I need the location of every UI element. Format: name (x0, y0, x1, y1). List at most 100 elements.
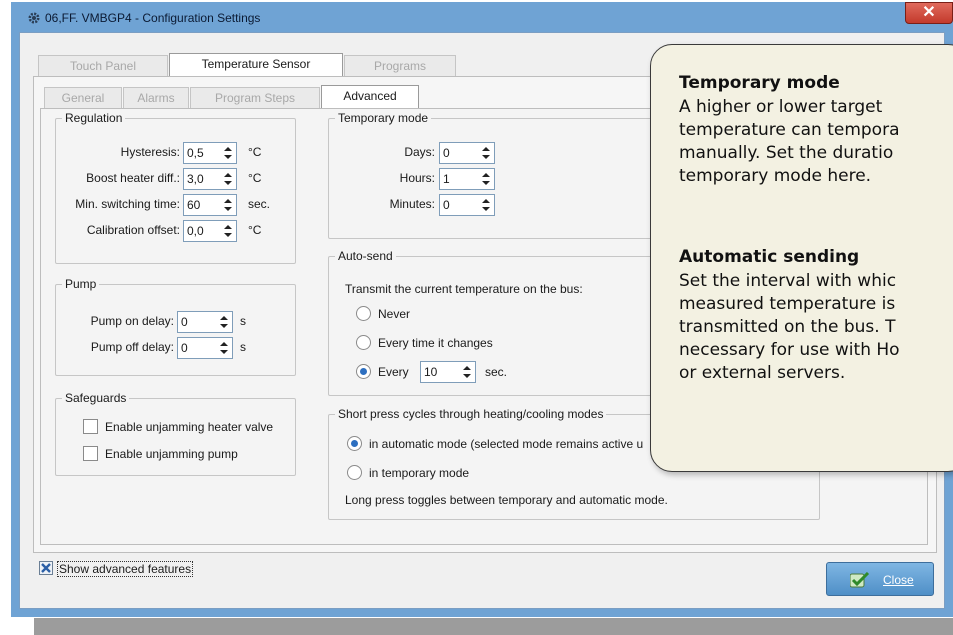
subtab-program-steps[interactable]: Program Steps (190, 87, 320, 109)
auto-send-never-radio[interactable] (356, 306, 371, 321)
pump-off-delay-spinner[interactable]: 0 (177, 337, 233, 359)
help-tooltip: Temporary mode A higher or lower target … (650, 44, 953, 472)
days-label: Days: (404, 145, 435, 159)
auto-send-never-label: Never (378, 307, 411, 321)
pump-legend: Pump (62, 277, 100, 291)
spinner-value: 0,0 (187, 224, 204, 238)
spinner-value: 0 (181, 341, 188, 355)
close-icon: ✕ (922, 4, 936, 21)
tooltip-heading-temporary: Temporary mode (679, 73, 840, 93)
pump-off-delay-label: Pump off delay: (90, 340, 174, 354)
minutes-label: Minutes: (389, 197, 435, 211)
spinner-arrows-icon (220, 316, 228, 328)
spinner-arrows-icon (482, 199, 490, 211)
regulation-legend: Regulation (62, 111, 126, 125)
spinner-value: 0 (443, 146, 450, 160)
safeguards-group: Safeguards Enable unjamming heater valve… (55, 391, 296, 476)
tooltip-line: A higher or lower target (679, 97, 883, 117)
spinner-value: 0 (443, 198, 450, 212)
days-spinner[interactable]: 0 (439, 142, 495, 164)
spinner-value: 60 (187, 198, 201, 212)
safeguards-legend: Safeguards (62, 391, 130, 405)
tab-programs[interactable]: Programs (344, 55, 456, 77)
tooltip-line: or external servers. (679, 363, 846, 383)
subtab-advanced[interactable]: Advanced (321, 85, 419, 109)
spinner-arrows-icon (463, 366, 471, 378)
auto-send-every-radio[interactable] (356, 364, 371, 379)
auto-send-interval-unit: sec. (485, 365, 508, 379)
hours-spinner[interactable]: 1 (439, 168, 495, 190)
calibration-offset-spinner[interactable]: 0,0 (183, 220, 237, 242)
spinner-arrows-icon (482, 147, 490, 159)
spinner-value: 0,5 (187, 146, 204, 160)
title-bar[interactable]: 06,FF. VMBGP4 - Configuration Settings ✕ (11, 2, 953, 32)
close-button-label: Close (883, 573, 914, 587)
tab-touch-panel[interactable]: Touch Panel (38, 55, 168, 77)
hysteresis-label: Hysteresis: (120, 145, 180, 159)
short-press-temporary-radio[interactable] (347, 465, 362, 480)
regulation-group: Regulation Hysteresis: 0,5 °C Boost heat… (55, 111, 296, 264)
boost-heater-diff-label: Boost heater diff.: (86, 171, 180, 185)
subtab-alarms[interactable]: Alarms (123, 87, 189, 109)
tab-label: Temperature Sensor (201, 57, 311, 71)
spinner-arrows-icon (224, 225, 232, 237)
tooltip-heading-autosend: Automatic sending (679, 247, 860, 267)
auto-send-interval-spinner[interactable]: 10 (420, 361, 476, 383)
spinner-value: 10 (424, 365, 438, 379)
unjam-pump-label: Enable unjamming pump (105, 447, 238, 461)
hysteresis-spinner[interactable]: 0,5 (183, 142, 237, 164)
tab-label: Touch Panel (69, 59, 137, 73)
long-press-note: Long press toggles between temporary and… (345, 493, 668, 507)
window-title: 06,FF. VMBGP4 - Configuration Settings (45, 11, 261, 25)
tooltip-line: manually. Set the duratio (679, 143, 894, 163)
short-press-automatic-radio[interactable] (347, 436, 362, 451)
auto-send-on-change-label: Every time it changes (378, 336, 493, 350)
show-advanced-checkbox[interactable] (39, 561, 53, 575)
unit-label: °C (248, 145, 262, 159)
pump-group: Pump Pump on delay: 0 s Pump off delay: … (55, 277, 296, 376)
unjam-heater-valve-checkbox[interactable] (83, 419, 98, 434)
window-shadow (34, 618, 953, 635)
unit-label: °C (248, 223, 262, 237)
tab-label: Program Steps (214, 91, 296, 105)
unit-label: s (240, 340, 246, 354)
spinner-value: 1 (443, 172, 450, 186)
min-switching-time-label: Min. switching time: (75, 197, 180, 211)
temporary-mode-legend: Temporary mode (335, 111, 432, 125)
unjam-pump-checkbox[interactable] (83, 446, 98, 461)
min-switching-time-spinner[interactable]: 60 (183, 194, 237, 216)
unjam-heater-valve-label: Enable unjamming heater valve (105, 420, 274, 434)
spinner-arrows-icon (224, 147, 232, 159)
auto-send-every-label: Every (378, 365, 409, 379)
unit-label: sec. (248, 197, 271, 211)
boost-heater-diff-spinner[interactable]: 3,0 (183, 168, 237, 190)
show-advanced-label[interactable]: Show advanced features (57, 561, 194, 577)
tooltip-line: Set the interval with whic (679, 271, 897, 291)
tooltip-line: measured temperature is (679, 294, 896, 314)
pump-on-delay-label: Pump on delay: (90, 314, 174, 328)
close-button[interactable]: Close (826, 562, 934, 596)
auto-send-intro: Transmit the current temperature on the … (345, 282, 583, 296)
tab-temperature-sensor[interactable]: Temperature Sensor (169, 53, 343, 77)
gear-icon (28, 12, 40, 24)
subtab-general[interactable]: General (44, 87, 122, 109)
short-press-legend: Short press cycles through heating/cooli… (335, 407, 607, 421)
auto-send-on-change-radio[interactable] (356, 335, 371, 350)
tab-label: Advanced (343, 89, 397, 103)
unit-label: °C (248, 171, 262, 185)
checkmark-icon (850, 572, 870, 588)
window-close-button[interactable]: ✕ (905, 2, 953, 24)
spinner-arrows-icon (224, 199, 232, 211)
calibration-offset-label: Calibration offset: (86, 223, 180, 237)
tab-label: Programs (373, 59, 426, 73)
tooltip-line: necessary for use with Ho (679, 340, 900, 360)
pump-on-delay-spinner[interactable]: 0 (177, 311, 233, 333)
spinner-arrows-icon (482, 173, 490, 185)
checkmark-x-icon (41, 563, 51, 573)
short-press-automatic-label: in automatic mode (selected mode remains… (369, 437, 644, 451)
auto-send-legend: Auto-send (335, 249, 396, 263)
minutes-spinner[interactable]: 0 (439, 194, 495, 216)
spinner-arrows-icon (220, 342, 228, 354)
spinner-value: 3,0 (187, 172, 204, 186)
spinner-value: 0 (181, 315, 188, 329)
